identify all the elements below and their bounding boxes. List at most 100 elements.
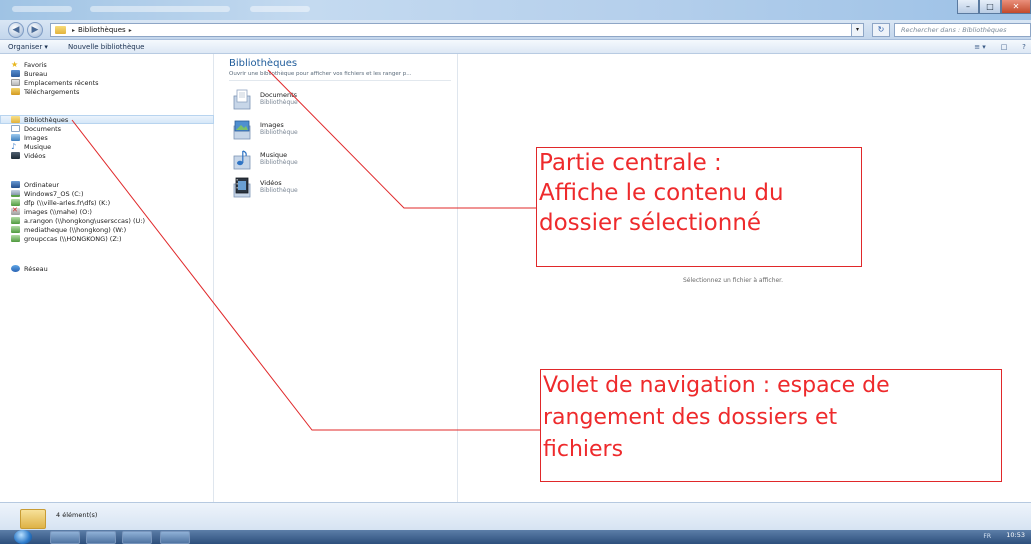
breadcrumb-separator[interactable]: ▸ (72, 27, 75, 34)
address-bar[interactable]: ▸ Bibliothèques ▸ (50, 23, 852, 37)
nav-downloads[interactable]: Téléchargements (0, 87, 214, 96)
videos-library-icon (233, 177, 251, 198)
computer-icon (11, 181, 20, 188)
nav-favorites[interactable]: ★ Favoris (0, 60, 214, 69)
nav-label: dfp (\\ville-arles.fr\dfs) (K:) (24, 198, 111, 207)
library-item-documents[interactable]: Documents Bibliothèque (232, 88, 432, 112)
search-input[interactable]: Rechercher dans : Bibliothèques (894, 23, 1031, 37)
breadcrumb-libraries[interactable]: Bibliothèques (78, 26, 126, 34)
help-icon[interactable]: ? (1019, 43, 1029, 51)
new-library-button[interactable]: Nouvelle bibliothèque (68, 43, 145, 51)
nav-label: Windows7_OS (C:) (24, 189, 84, 198)
library-item-videos[interactable]: Vidéos Bibliothèque (232, 176, 432, 200)
taskbar-app-paint[interactable] (160, 531, 190, 544)
nav-desktop[interactable]: Bureau (0, 69, 214, 78)
network-drive-icon (11, 226, 20, 233)
annotation-line-text: dossier sélectionné (539, 210, 762, 236)
preview-pane-icon[interactable]: □ (999, 43, 1009, 51)
favorites-group: ★ Favoris Bureau Emplacements récents Té… (0, 60, 214, 96)
close-button[interactable]: ✕ (1001, 0, 1031, 14)
nav-music[interactable]: ♪ Musique (0, 142, 214, 151)
nav-recent-places[interactable]: Emplacements récents (0, 78, 214, 87)
network-icon (11, 265, 20, 272)
nav-drive-u[interactable]: a.rangon (\\hongkong\usersccas) (U:) (0, 216, 214, 225)
network-drive-icon (11, 199, 20, 206)
disconnected-drive-icon (11, 206, 20, 215)
network-group: Réseau (0, 264, 214, 273)
taskbar-app-files[interactable] (122, 531, 152, 544)
start-button[interactable] (14, 530, 32, 544)
computer-group: Ordinateur Windows7_OS (C:) dfp (\\ville… (0, 180, 214, 243)
annotation-line-text: Partie centrale : (539, 150, 722, 176)
page-title: Bibliothèques (229, 58, 298, 69)
organize-button[interactable]: Organiser ▾ (8, 43, 48, 51)
nav-libraries[interactable]: Bibliothèques (0, 115, 214, 124)
command-bar: Organiser ▾ Nouvelle bibliothèque ≡ ▾ □ … (0, 40, 1031, 54)
documents-library-icon (233, 89, 251, 110)
status-bar: 4 élément(s) (0, 502, 1031, 530)
page-subtitle: Ouvrir une bibliothèque pour afficher vo… (229, 71, 412, 77)
local-drive-icon (11, 190, 20, 197)
nav-drive-o[interactable]: images (\\mahe) (O:) (0, 206, 214, 216)
taskbar-app-browser[interactable] (86, 531, 116, 544)
libraries-group: Bibliothèques Documents Images ♪ Musique… (0, 115, 214, 160)
nav-documents[interactable]: Documents (0, 124, 214, 133)
nav-images[interactable]: Images (0, 133, 214, 142)
maximize-button[interactable]: □ (979, 0, 1001, 14)
nav-label: Emplacements récents (24, 78, 99, 87)
nav-label: images (\\mahe) (O:) (24, 207, 92, 216)
star-icon: ★ (11, 60, 19, 69)
nav-network[interactable]: Réseau (0, 264, 214, 273)
nav-drive-c[interactable]: Windows7_OS (C:) (0, 189, 214, 198)
forward-button[interactable]: ▶ (27, 22, 43, 38)
nav-label: groupccas (\\HONGKONG) (Z:) (24, 234, 122, 243)
images-icon (11, 134, 20, 141)
nav-label: Documents (24, 124, 62, 133)
taskbar-app-explorer[interactable] (50, 531, 80, 544)
network-drive-icon (11, 217, 20, 224)
videos-icon (11, 152, 20, 159)
clock[interactable]: 10:53 (1006, 531, 1025, 539)
blurred-title (12, 6, 72, 12)
refresh-button[interactable]: ↻ (872, 23, 890, 37)
library-type: Bibliothèque (260, 129, 298, 136)
back-button[interactable]: ◀ (8, 22, 24, 38)
library-type: Bibliothèque (260, 159, 298, 166)
view-options-icon[interactable]: ≡ ▾ (971, 43, 989, 51)
nav-label: Vidéos (24, 151, 46, 160)
nav-videos[interactable]: Vidéos (0, 151, 214, 160)
music-icon: ♪ (11, 142, 17, 151)
nav-drive-w[interactable]: mediatheque (\\hongkong) (W:) (0, 225, 214, 234)
annotation-line-text: rangement des dossiers et (543, 405, 838, 430)
nav-label: Favoris (24, 60, 47, 69)
nav-drive-z[interactable]: groupccas (\\HONGKONG) (Z:) (0, 234, 214, 243)
address-dropdown-button[interactable]: ▾ (852, 23, 864, 37)
preview-message: Sélectionnez un fichier à afficher. (683, 277, 784, 284)
library-type: Bibliothèque (260, 187, 298, 194)
nav-label: Téléchargements (24, 87, 80, 96)
nav-label: mediatheque (\\hongkong) (W:) (24, 225, 127, 234)
item-count: 4 élément(s) (56, 511, 98, 519)
nav-label: a.rangon (\\hongkong\usersccas) (U:) (24, 216, 146, 225)
blurred-title (250, 6, 310, 12)
documents-icon (11, 125, 20, 132)
nav-drive-k[interactable]: dfp (\\ville-arles.fr\dfs) (K:) (0, 198, 214, 207)
library-item-images[interactable]: Images Bibliothèque (232, 118, 432, 142)
annotation-center-pane: Partie centrale : Affiche le contenu du … (536, 147, 862, 267)
divider (229, 80, 451, 81)
blurred-title (90, 6, 230, 12)
taskbar: FR 10:53 (0, 530, 1031, 544)
library-name: Images (260, 121, 284, 129)
system-tray-language[interactable]: FR (983, 533, 991, 540)
nav-computer[interactable]: Ordinateur (0, 180, 214, 189)
network-drive-icon (11, 235, 20, 242)
nav-label: Ordinateur (24, 180, 60, 189)
nav-label: Réseau (24, 264, 48, 273)
annotation-line-text: fichiers (543, 437, 624, 462)
title-bar: – □ ✕ (0, 0, 1031, 20)
minimize-button[interactable]: – (957, 0, 979, 14)
library-item-music[interactable]: Musique Bibliothèque (232, 148, 432, 172)
nav-label: Bureau (24, 69, 48, 78)
navigation-pane: ★ Favoris Bureau Emplacements récents Té… (0, 54, 214, 502)
breadcrumb-separator[interactable]: ▸ (129, 27, 132, 34)
